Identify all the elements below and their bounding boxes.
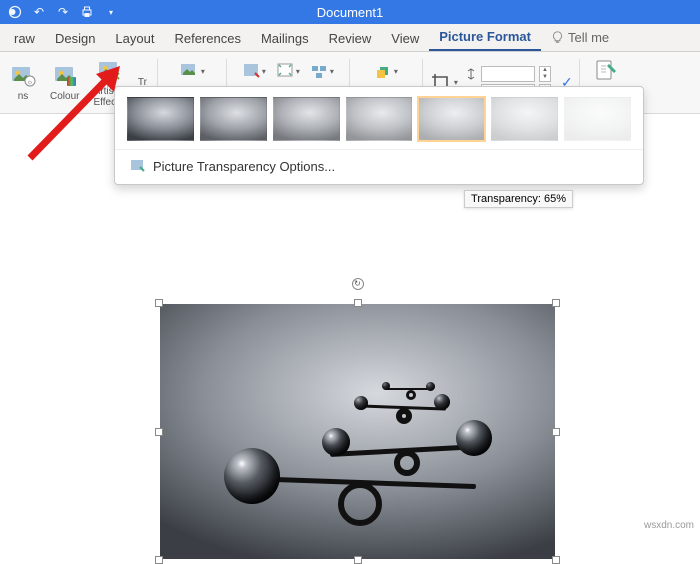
ribbon-tabstrip: raw Design Layout References Mailings Re… bbox=[0, 24, 700, 52]
transparency-preset-0[interactable] bbox=[127, 97, 194, 141]
balance-sculpture-graphic bbox=[218, 342, 498, 522]
document-title: Document1 bbox=[317, 5, 383, 20]
transparency-preset-20[interactable] bbox=[200, 97, 267, 141]
resize-handle-br[interactable] bbox=[552, 556, 560, 564]
tab-mailings[interactable]: Mailings bbox=[251, 25, 319, 51]
quick-access-toolbar: ↶ ↷ ▾ bbox=[0, 5, 118, 19]
tab-picture-format[interactable]: Picture Format bbox=[429, 23, 541, 51]
rotate-handle[interactable] bbox=[352, 278, 364, 290]
height-icon bbox=[465, 68, 477, 80]
height-stepper[interactable]: ▲▼ bbox=[539, 66, 551, 82]
height-field[interactable] bbox=[481, 66, 535, 82]
tab-layout[interactable]: Layout bbox=[105, 25, 164, 51]
picture-content bbox=[160, 304, 555, 559]
tab-draw[interactable]: raw bbox=[4, 25, 45, 51]
tab-design[interactable]: Design bbox=[45, 25, 105, 51]
resize-handle-mr[interactable] bbox=[552, 428, 560, 436]
picture-layout-button[interactable] bbox=[307, 56, 337, 86]
title-bar: ↶ ↷ ▾ Document1 bbox=[0, 0, 700, 24]
resize-handle-ml[interactable] bbox=[155, 428, 163, 436]
tab-references[interactable]: References bbox=[164, 25, 250, 51]
redo-icon[interactable]: ↷ bbox=[56, 5, 70, 19]
tell-me-label: Tell me bbox=[568, 30, 609, 45]
resize-handle-tl[interactable] bbox=[155, 299, 163, 307]
lightbulb-icon bbox=[551, 31, 564, 44]
transparency-dropdown-panel: Picture Transparency Options... Transpar… bbox=[114, 86, 644, 185]
picture-effects-button[interactable] bbox=[273, 56, 303, 86]
transparency-options-button[interactable]: Picture Transparency Options... bbox=[115, 149, 643, 184]
transparency-preset-50[interactable] bbox=[346, 97, 413, 141]
tab-view[interactable]: View bbox=[381, 25, 429, 51]
transparency-preset-row bbox=[115, 87, 643, 149]
print-icon[interactable] bbox=[80, 5, 94, 19]
position-button[interactable] bbox=[371, 56, 401, 86]
qat-more-icon[interactable]: ▾ bbox=[104, 5, 118, 19]
picture-border-button[interactable] bbox=[239, 56, 269, 86]
autosave-toggle-icon[interactable] bbox=[8, 5, 22, 19]
transparency-preset-35[interactable] bbox=[273, 97, 340, 141]
tell-me-search[interactable]: Tell me bbox=[541, 24, 619, 51]
resize-handle-tr[interactable] bbox=[552, 299, 560, 307]
transparency-tooltip: Transparency: 65% bbox=[464, 190, 573, 208]
undo-icon[interactable]: ↶ bbox=[32, 5, 46, 19]
resize-handle-bm[interactable] bbox=[354, 556, 362, 564]
transparency-preset-95[interactable] bbox=[564, 97, 631, 141]
transparency-options-label: Picture Transparency Options... bbox=[153, 159, 335, 174]
selected-picture[interactable] bbox=[160, 304, 555, 559]
tab-review[interactable]: Review bbox=[319, 25, 382, 51]
transparency-preset-80[interactable] bbox=[491, 97, 558, 141]
compress-pictures-button[interactable] bbox=[177, 56, 207, 86]
transparency-options-icon bbox=[129, 158, 145, 174]
format-pane-icon bbox=[593, 58, 619, 84]
resize-handle-bl[interactable] bbox=[155, 556, 163, 564]
resize-handle-tm[interactable] bbox=[354, 299, 362, 307]
transparency-preset-65[interactable] bbox=[418, 97, 485, 141]
red-arrow-annotation bbox=[20, 58, 130, 168]
watermark: wsxdn.com bbox=[644, 520, 694, 531]
